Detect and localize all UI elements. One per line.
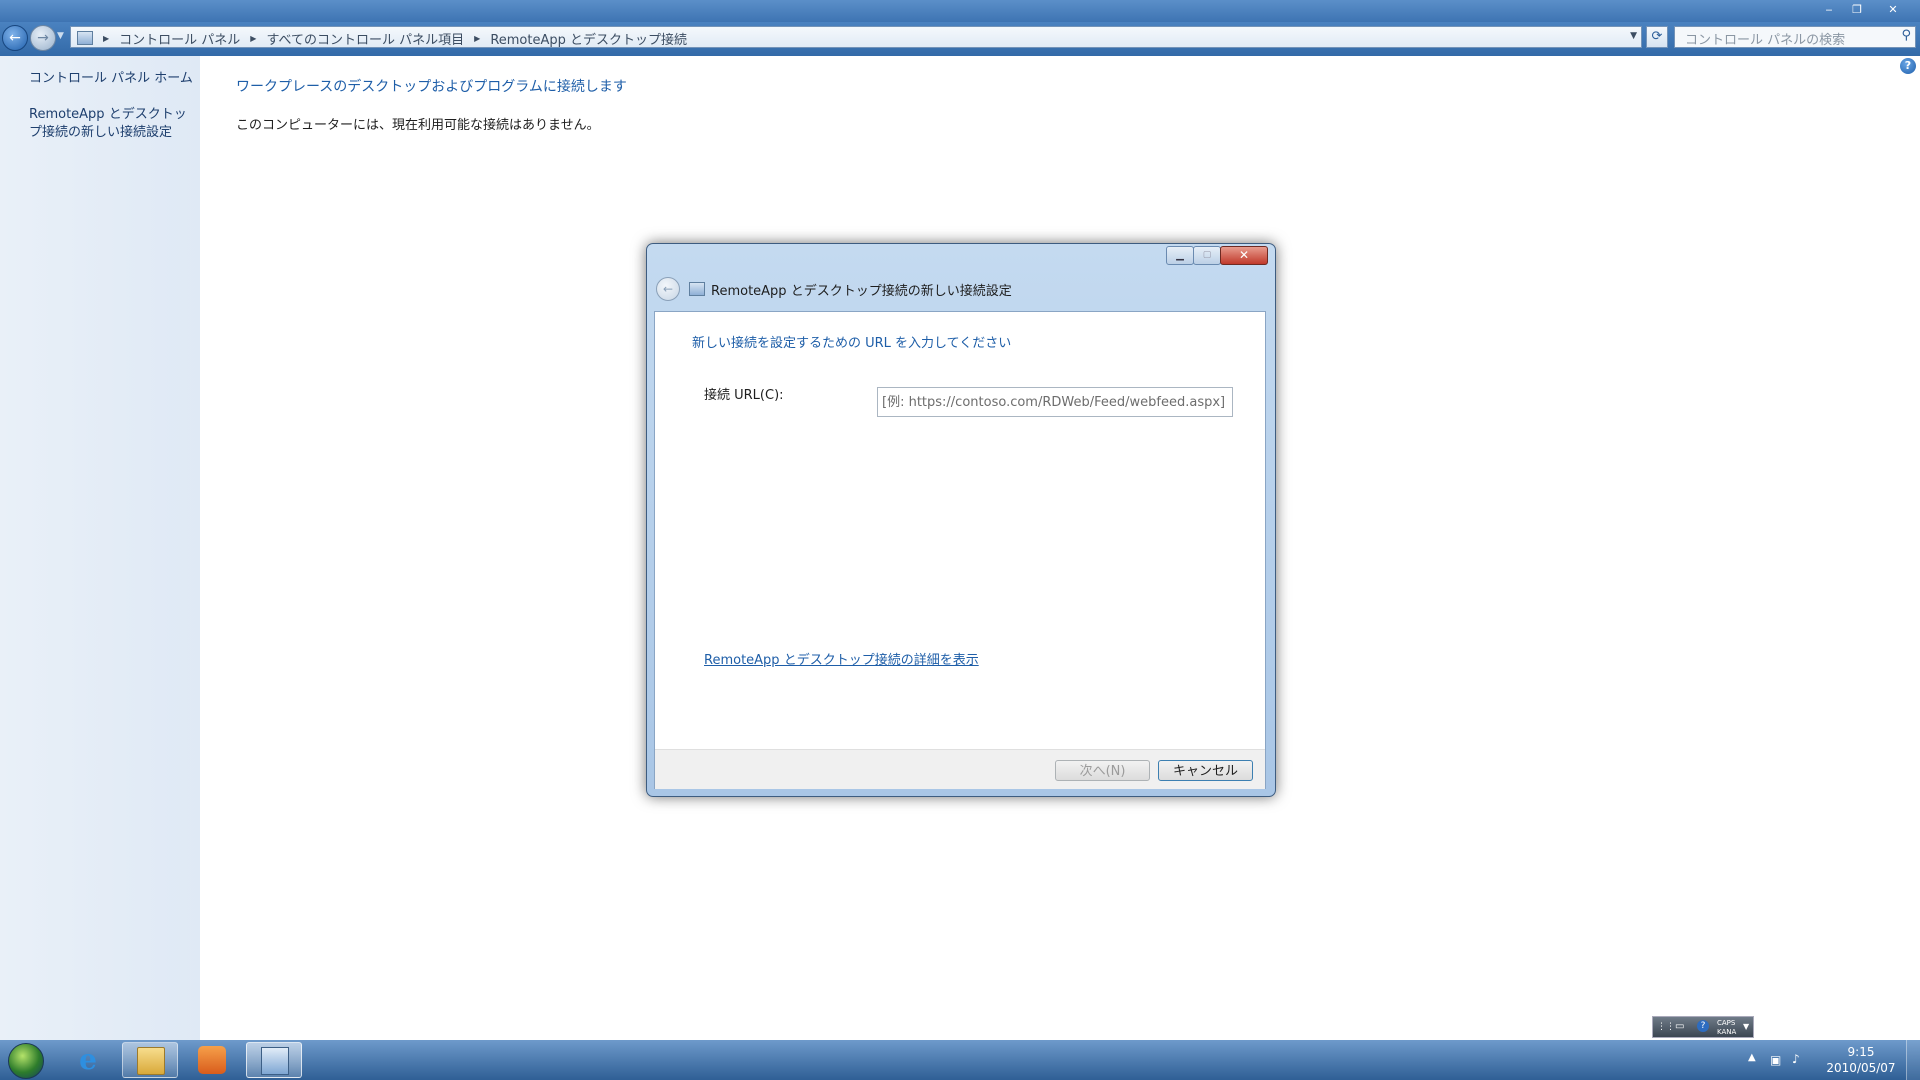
minimize-button[interactable]: ‒ [1817, 2, 1841, 18]
control-panel-icon [77, 31, 93, 45]
chevron-right-icon[interactable]: ▶ [250, 34, 256, 43]
language-bar[interactable]: ⋮⋮ ▭ ? CAPS KANA ▼ [1652, 1016, 1754, 1038]
remoteapp-icon [689, 282, 705, 296]
dialog-minimize-button[interactable]: ▁ [1166, 246, 1194, 265]
clock[interactable]: 9:15 2010/05/07 [1816, 1044, 1906, 1076]
breadcrumb-remoteapp[interactable]: RemoteApp とデスクトップ接続 [490, 29, 687, 48]
dialog-title: RemoteApp とデスクトップ接続の新しい接続設定 [711, 284, 1012, 299]
help-icon[interactable]: ? [1900, 58, 1916, 74]
dialog-instruction: 新しい接続を設定するための URL を入力してください [692, 336, 1012, 351]
keyboard-icon[interactable]: ▭ [1675, 1022, 1684, 1032]
chevron-down-icon[interactable]: ▼ [1630, 31, 1637, 41]
show-desktop-button[interactable] [1906, 1040, 1920, 1080]
search-icon[interactable]: ⚲ [1901, 28, 1911, 43]
internet-explorer-icon: e [79, 1043, 97, 1076]
breadcrumb: ▶ コントロール パネル ▶ すべてのコントロール パネル項目 ▶ Remote… [77, 29, 687, 48]
status-message: このコンピューターには、現在利用可能な接続はありません。 [236, 118, 600, 133]
address-bar[interactable]: ▶ コントロール パネル ▶ すべてのコントロール パネル項目 ▶ Remote… [70, 26, 1642, 48]
cancel-button[interactable]: キャンセル [1158, 760, 1253, 781]
forward-button[interactable]: → [30, 25, 56, 51]
dialog-close-button[interactable]: ✕ [1220, 246, 1268, 265]
help-icon[interactable]: ? [1697, 1020, 1709, 1032]
grip-icon: ⋮⋮ [1657, 1022, 1675, 1032]
recent-pages-button[interactable]: ▼ [57, 31, 64, 41]
close-button[interactable]: ✕ [1881, 2, 1905, 18]
dialog-body: 新しい接続を設定するための URL を入力してください 接続 URL(C): R… [654, 311, 1266, 789]
taskbar-control-panel[interactable] [246, 1042, 302, 1078]
chevron-right-icon[interactable]: ▶ [103, 34, 109, 43]
volume-icon[interactable]: ♪ [1792, 1052, 1800, 1066]
refresh-button[interactable]: ⟳ [1646, 26, 1668, 48]
next-button[interactable]: 次へ(N) [1055, 760, 1150, 781]
windows-logo-icon [8, 1043, 44, 1079]
taskbar-windows-explorer[interactable] [122, 1042, 178, 1078]
page-title: ワークプレースのデスクトップおよびプログラムに接続します [236, 79, 627, 95]
connection-url-input[interactable] [877, 387, 1233, 417]
breadcrumb-all-items[interactable]: すべてのコントロール パネル項目 [266, 29, 464, 48]
clock-date: 2010/05/07 [1826, 1061, 1896, 1075]
windows-explorer-icon [137, 1047, 165, 1075]
dialog-back-button: ← [656, 277, 680, 301]
sidebar-item-new-connection[interactable]: RemoteApp とデスクトップ接続の新しい接続設定 [29, 106, 194, 142]
dialog-footer: 次へ(N) キャンセル [655, 749, 1265, 789]
window-title-bar[interactable]: ‒ ❐ ✕ [0, 0, 1920, 22]
control-panel-icon [261, 1047, 289, 1075]
refresh-icon: ⟳ [1651, 29, 1663, 44]
sidebar-item-control-panel-home[interactable]: コントロール パネル ホーム [29, 70, 194, 88]
restore-button[interactable]: ❐ [1845, 2, 1869, 18]
network-icon[interactable]: ▣ [1770, 1053, 1781, 1067]
taskbar-media-player[interactable] [184, 1042, 240, 1078]
media-player-icon [198, 1046, 226, 1074]
search-input[interactable]: コントロール パネルの検索 ⚲ [1674, 26, 1916, 48]
task-pane [0, 56, 200, 1040]
arrow-right-icon: → [37, 30, 49, 46]
new-connection-dialog: ▁ ▢ ✕ ← RemoteApp とデスクトップ接続の新しい接続設定 新しい接… [646, 243, 1276, 797]
search-placeholder: コントロール パネルの検索 [1685, 33, 1846, 48]
kana-indicator: KANA [1717, 1028, 1737, 1036]
taskbar-internet-explorer[interactable]: e [60, 1042, 116, 1078]
url-label: 接続 URL(C): [704, 388, 784, 403]
chevron-right-icon[interactable]: ▶ [474, 34, 480, 43]
dialog-maximize-button: ▢ [1193, 246, 1221, 265]
remoteapp-details-link[interactable]: RemoteApp とデスクトップ接続の詳細を表示 [704, 649, 979, 668]
start-button[interactable] [2, 1040, 48, 1080]
breadcrumb-control-panel[interactable]: コントロール パネル [119, 29, 240, 48]
arrow-left-icon: ← [662, 282, 674, 296]
show-hidden-icons-button[interactable]: ▲ [1748, 1052, 1756, 1063]
back-button[interactable]: ← [2, 25, 28, 51]
arrow-left-icon: ← [9, 30, 21, 46]
clock-time: 9:15 [1847, 1045, 1875, 1059]
chevron-down-icon[interactable]: ▼ [1743, 1022, 1749, 1032]
